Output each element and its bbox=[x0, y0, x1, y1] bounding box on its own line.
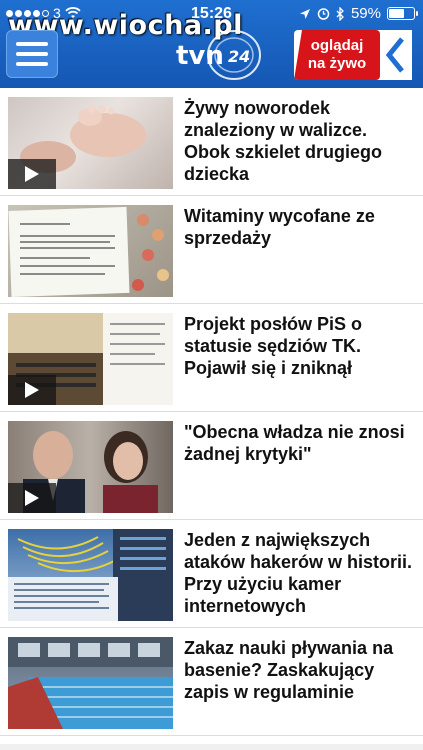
article-title[interactable]: Witaminy wycofane ze sprzedaży bbox=[184, 205, 416, 249]
article-title[interactable]: Jeden z największych ataków hakerów w hi… bbox=[184, 529, 416, 617]
logo-text: tvn bbox=[176, 41, 224, 71]
chevron-left-icon bbox=[385, 37, 404, 73]
alarm-clock-icon bbox=[317, 8, 330, 20]
play-icon[interactable] bbox=[8, 483, 56, 513]
article-title[interactable]: Projekt posłów PiS o statusie sędziów TK… bbox=[184, 313, 416, 379]
location-arrow-icon bbox=[299, 8, 310, 19]
article-thumbnail bbox=[8, 97, 173, 189]
watch-live-label: oglądaj na żywo bbox=[294, 30, 380, 80]
play-icon[interactable] bbox=[8, 375, 56, 405]
play-icon[interactable] bbox=[8, 159, 56, 189]
logo-number: 24 bbox=[228, 47, 250, 66]
live-line2: na żywo bbox=[307, 55, 367, 72]
bluetooth-icon bbox=[336, 6, 344, 21]
article-item[interactable]: Żywy noworodek znaleziony w walizce. Obo… bbox=[0, 88, 423, 196]
article-item[interactable]: Projekt posłów PiS o statusie sędziów TK… bbox=[0, 304, 423, 412]
tvn24-logo[interactable]: tvn 24 bbox=[172, 26, 264, 84]
article-thumbnail bbox=[8, 205, 173, 297]
battery-percent: 59% bbox=[350, 5, 381, 22]
live-line1: oglądaj bbox=[310, 37, 364, 54]
article-title[interactable]: Zakaz nauki pływania na basenie? Zaskaku… bbox=[184, 637, 416, 703]
menu-button[interactable] bbox=[6, 30, 58, 78]
article-title[interactable]: "Obecna władza nie znosi żadnej krytyki" bbox=[184, 421, 416, 465]
app-header: 3 15:26 59% www.wiocha.pl tvn 24 oglądaj… bbox=[0, 0, 423, 88]
article-item[interactable]: Witaminy wycofane ze sprzedaży bbox=[0, 196, 423, 304]
article-item[interactable]: Zakaz nauki pływania na basenie? Zaskaku… bbox=[0, 628, 423, 736]
article-title[interactable]: Żywy noworodek znaleziony w walizce. Obo… bbox=[184, 97, 416, 185]
article-thumbnail bbox=[8, 529, 173, 621]
hamburger-menu-icon bbox=[16, 42, 48, 46]
article-list: Żywy noworodek znaleziony w walizce. Obo… bbox=[0, 88, 423, 736]
article-item[interactable]: "Obecna władza nie znosi żadnej krytyki" bbox=[0, 412, 423, 520]
next-item-peek bbox=[0, 744, 423, 750]
status-right: 59% bbox=[299, 5, 418, 22]
article-thumbnail bbox=[8, 637, 173, 729]
article-thumbnail bbox=[8, 421, 173, 513]
article-item[interactable]: Jeden z największych ataków hakerów w hi… bbox=[0, 520, 423, 628]
battery-icon bbox=[387, 7, 418, 20]
article-thumbnail bbox=[8, 313, 173, 405]
watch-live-button[interactable]: oglądaj na żywo bbox=[294, 30, 412, 80]
battery-level-fill bbox=[389, 9, 405, 18]
